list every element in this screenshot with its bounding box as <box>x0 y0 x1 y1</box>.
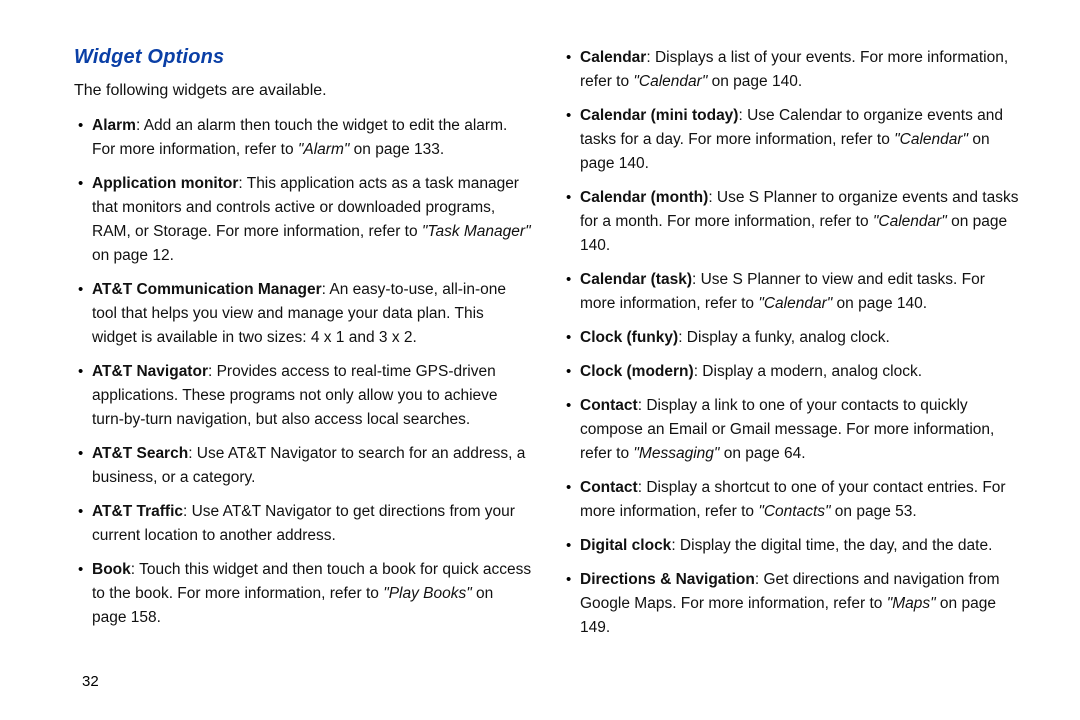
widget-title: Clock (modern) <box>580 363 694 380</box>
widget-title: Digital clock <box>580 537 671 554</box>
widget-title: Calendar (mini today) <box>580 107 738 124</box>
widget-item: Clock (funky): Display a funky, analog c… <box>562 326 1020 350</box>
widget-item: Contact: Display a link to one of your c… <box>562 394 1020 466</box>
widget-ref: "Contacts" <box>758 503 830 520</box>
widget-item: Calendar (mini today): Use Calendar to o… <box>562 104 1020 176</box>
widget-desc: : Display the digital time, the day, and… <box>671 537 992 554</box>
widget-ref: "Calendar" <box>894 131 968 148</box>
section-intro: The following widgets are available. <box>74 79 532 102</box>
widget-item: Contact: Display a shortcut to one of yo… <box>562 476 1020 524</box>
widget-ref: "Alarm" <box>298 141 349 158</box>
widget-item: Digital clock: Display the digital time,… <box>562 534 1020 558</box>
left-column: Widget Options The following widgets are… <box>74 46 532 690</box>
widget-title: Calendar (task) <box>580 271 692 288</box>
widget-ref: "Calendar" <box>633 73 707 90</box>
widget-ref: "Calendar" <box>873 213 947 230</box>
widget-item: Clock (modern): Display a modern, analog… <box>562 360 1020 384</box>
widget-list-right: Calendar: Displays a list of your events… <box>562 46 1020 650</box>
section-heading: Widget Options <box>74 46 532 69</box>
widget-ref-tail: on page 133. <box>349 141 444 158</box>
widget-ref-tail: on page 12. <box>92 247 174 264</box>
widget-ref-tail: on page 53. <box>831 503 917 520</box>
widget-item: Book: Touch this widget and then touch a… <box>74 558 532 630</box>
widget-title: Alarm <box>92 117 136 134</box>
widget-title: Calendar <box>580 49 646 66</box>
widget-ref: "Maps" <box>887 595 936 612</box>
widget-item: Alarm: Add an alarm then touch the widge… <box>74 114 532 162</box>
widget-ref-tail: on page 140. <box>832 295 927 312</box>
widget-ref: "Messaging" <box>633 445 719 462</box>
widget-title: Clock (funky) <box>580 329 678 346</box>
widget-list-left: Alarm: Add an alarm then touch the widge… <box>74 114 532 640</box>
widget-desc: : Display a funky, analog clock. <box>678 329 890 346</box>
widget-title: Directions & Navigation <box>580 571 755 588</box>
widget-ref: "Play Books" <box>383 585 472 602</box>
widget-title: Book <box>92 561 131 578</box>
widget-item: AT&T Traffic: Use AT&T Navigator to get … <box>74 500 532 548</box>
widget-item: AT&T Search: Use AT&T Navigator to searc… <box>74 442 532 490</box>
widget-item: Calendar (task): Use S Planner to view a… <box>562 268 1020 316</box>
widget-title: AT&T Navigator <box>92 363 208 380</box>
widget-ref: "Task Manager" <box>422 223 531 240</box>
widget-title: Calendar (month) <box>580 189 708 206</box>
widget-ref: "Calendar" <box>758 295 832 312</box>
widget-desc: : Display a modern, analog clock. <box>694 363 922 380</box>
widget-title: AT&T Search <box>92 445 188 462</box>
widget-title: AT&T Communication Manager <box>92 281 322 298</box>
widget-title: Contact <box>580 479 638 496</box>
widget-ref-tail: on page 140. <box>707 73 802 90</box>
widget-item: Directions & Navigation: Get directions … <box>562 568 1020 640</box>
page-number: 32 <box>74 661 532 690</box>
widget-item: Calendar (month): Use S Planner to organ… <box>562 186 1020 258</box>
right-column: Calendar: Displays a list of your events… <box>562 46 1020 690</box>
manual-page: Widget Options The following widgets are… <box>0 0 1080 720</box>
widget-title: Contact <box>580 397 638 414</box>
widget-item: AT&T Communication Manager: An easy-to-u… <box>74 278 532 350</box>
widget-ref-tail: on page 64. <box>719 445 805 462</box>
widget-title: Application monitor <box>92 175 238 192</box>
widget-title: AT&T Traffic <box>92 503 183 520</box>
widget-item: AT&T Navigator: Provides access to real-… <box>74 360 532 432</box>
widget-item: Application monitor: This application ac… <box>74 172 532 268</box>
widget-item: Calendar: Displays a list of your events… <box>562 46 1020 94</box>
